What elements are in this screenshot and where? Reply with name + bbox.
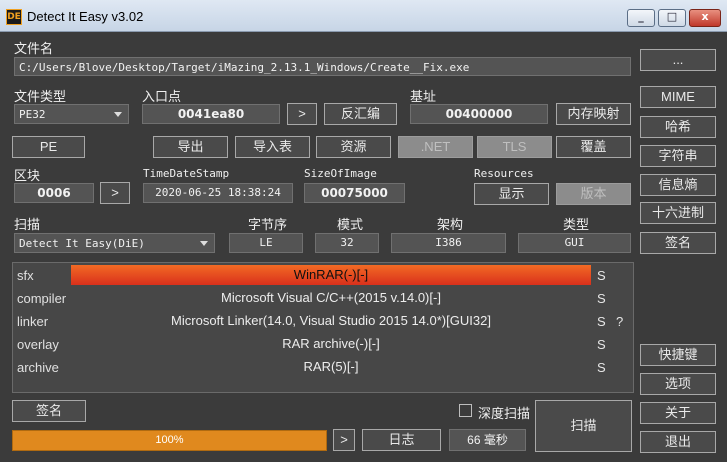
- mime-button[interactable]: MIME: [640, 86, 716, 108]
- tls-button[interactable]: TLS: [477, 136, 552, 158]
- result-type: sfx: [17, 268, 34, 283]
- architecture-field[interactable]: I386: [391, 233, 506, 253]
- sections-go-button[interactable]: >: [100, 182, 130, 204]
- result-value: RAR archive(-)[-]: [282, 336, 380, 351]
- resources-label: Resources: [474, 167, 534, 180]
- about-button[interactable]: 关于: [640, 402, 716, 424]
- sections-label: 区块: [14, 168, 41, 183]
- file-path-field[interactable]: C:/Users/Blove/Desktop/Target/iMazing_2.…: [14, 57, 631, 76]
- minimize-button[interactable]: _: [627, 9, 655, 27]
- deep-scan-checkbox[interactable]: [459, 404, 472, 417]
- scan-time-field: 66 毫秒: [449, 429, 526, 451]
- base-address-field[interactable]: 00400000: [410, 104, 548, 124]
- signature-button[interactable]: 签名: [640, 232, 716, 254]
- bottom-signature-button[interactable]: 签名: [12, 400, 86, 422]
- hash-button[interactable]: 哈希: [640, 116, 716, 138]
- scan-engine-select[interactable]: Detect It Easy(DiE): [14, 233, 215, 253]
- result-info-link[interactable]: ?: [616, 314, 623, 329]
- close-button[interactable]: x: [689, 9, 721, 27]
- sizeofimage-field[interactable]: 00075000: [304, 183, 405, 203]
- progress-text: 100%: [155, 434, 184, 446]
- endianness-field[interactable]: LE: [229, 233, 303, 253]
- chevron-down-icon: [114, 112, 122, 117]
- timedatestamp-field[interactable]: 2020-06-25 18:38:24: [143, 183, 293, 203]
- progress-bar: 100%: [12, 430, 327, 451]
- result-type: overlay: [17, 337, 59, 352]
- result-type: compiler: [17, 291, 67, 306]
- result-signature-link[interactable]: S: [597, 314, 606, 329]
- entropy-button[interactable]: 信息熵: [640, 174, 716, 196]
- scan-button[interactable]: 扫描: [535, 400, 632, 452]
- exit-button[interactable]: 退出: [640, 431, 716, 453]
- result-row[interactable]: sfx WinRAR(-)[-] S: [13, 264, 633, 287]
- result-value: Microsoft Linker(14.0, Visual Studio 201…: [171, 313, 491, 328]
- memory-map-button[interactable]: 内存映射: [556, 103, 631, 125]
- scan-results-list: sfx WinRAR(-)[-] S compiler Microsoft Vi…: [12, 262, 634, 393]
- entry-point-go-button[interactable]: >: [287, 103, 317, 125]
- file-type-label: 文件类型: [14, 89, 67, 104]
- window-title: Detect It Easy v3.02: [27, 9, 144, 24]
- dotnet-button[interactable]: .NET: [398, 136, 473, 158]
- result-signature-link[interactable]: S: [597, 360, 606, 375]
- mode-field[interactable]: 32: [315, 233, 379, 253]
- strings-button[interactable]: 字符串: [640, 145, 716, 167]
- result-row[interactable]: compiler Microsoft Visual C/C++(2015 v.1…: [13, 287, 633, 310]
- log-button[interactable]: 日志: [362, 429, 441, 451]
- architecture-label: 架构: [437, 217, 464, 232]
- disassemble-button[interactable]: 反汇编: [324, 103, 397, 125]
- deep-scan-label: 深度扫描: [478, 406, 531, 421]
- result-value: RAR(5)[-]: [303, 359, 359, 374]
- entry-point-field[interactable]: 0041ea80: [142, 104, 280, 124]
- type-label: 类型: [563, 217, 590, 232]
- result-type: linker: [17, 314, 49, 329]
- chevron-down-icon: [200, 241, 208, 246]
- result-signature-link[interactable]: S: [597, 291, 606, 306]
- maximize-button[interactable]: □: [658, 9, 686, 27]
- resources-button[interactable]: 资源: [316, 136, 391, 158]
- endianness-label: 字节序: [248, 217, 288, 232]
- options-button[interactable]: 选项: [640, 373, 716, 395]
- result-value: WinRAR(-)[-]: [71, 265, 591, 285]
- type-field[interactable]: GUI: [518, 233, 631, 253]
- result-signature-link[interactable]: S: [597, 268, 606, 283]
- file-type-select[interactable]: PE32: [14, 104, 129, 124]
- scan-engine-value: Detect It Easy(DiE): [19, 237, 145, 250]
- result-value: Microsoft Visual C/C++(2015 v.14.0)[-]: [221, 290, 441, 305]
- file-type-value: PE32: [19, 108, 46, 121]
- result-signature-link[interactable]: S: [597, 337, 606, 352]
- import-table-button[interactable]: 导入表: [235, 136, 310, 158]
- result-row[interactable]: archive RAR(5)[-] S: [13, 356, 633, 379]
- resources-show-button[interactable]: 显示: [474, 183, 549, 205]
- browse-button[interactable]: ...: [640, 49, 716, 71]
- shortcuts-button[interactable]: 快捷键: [640, 344, 716, 366]
- hex-viewer-button[interactable]: 十六进制: [640, 202, 716, 224]
- timedatestamp-label: TimeDateStamp: [143, 167, 230, 180]
- result-type: archive: [17, 360, 59, 375]
- scan-label: 扫描: [14, 217, 41, 232]
- file-name-label: 文件名: [14, 41, 54, 56]
- base-address-label: 基址: [410, 89, 437, 104]
- app-logo-icon: DE: [6, 9, 22, 25]
- sections-count-field[interactable]: 0006: [14, 183, 94, 203]
- entry-point-label: 入口点: [142, 89, 182, 104]
- result-row[interactable]: overlay RAR archive(-)[-] S: [13, 333, 633, 356]
- resources-version-button[interactable]: 版本: [556, 183, 631, 205]
- progress-more-button[interactable]: >: [333, 429, 355, 451]
- export-button[interactable]: 导出: [153, 136, 228, 158]
- sizeofimage-label: SizeOfImage: [304, 167, 377, 180]
- result-row[interactable]: linker Microsoft Linker(14.0, Visual Stu…: [13, 310, 633, 333]
- pe-button[interactable]: PE: [12, 136, 85, 158]
- title-bar: DE Detect It Easy v3.02 _ □ x: [0, 0, 727, 32]
- overlay-button[interactable]: 覆盖: [556, 136, 631, 158]
- mode-label: 模式: [337, 217, 364, 232]
